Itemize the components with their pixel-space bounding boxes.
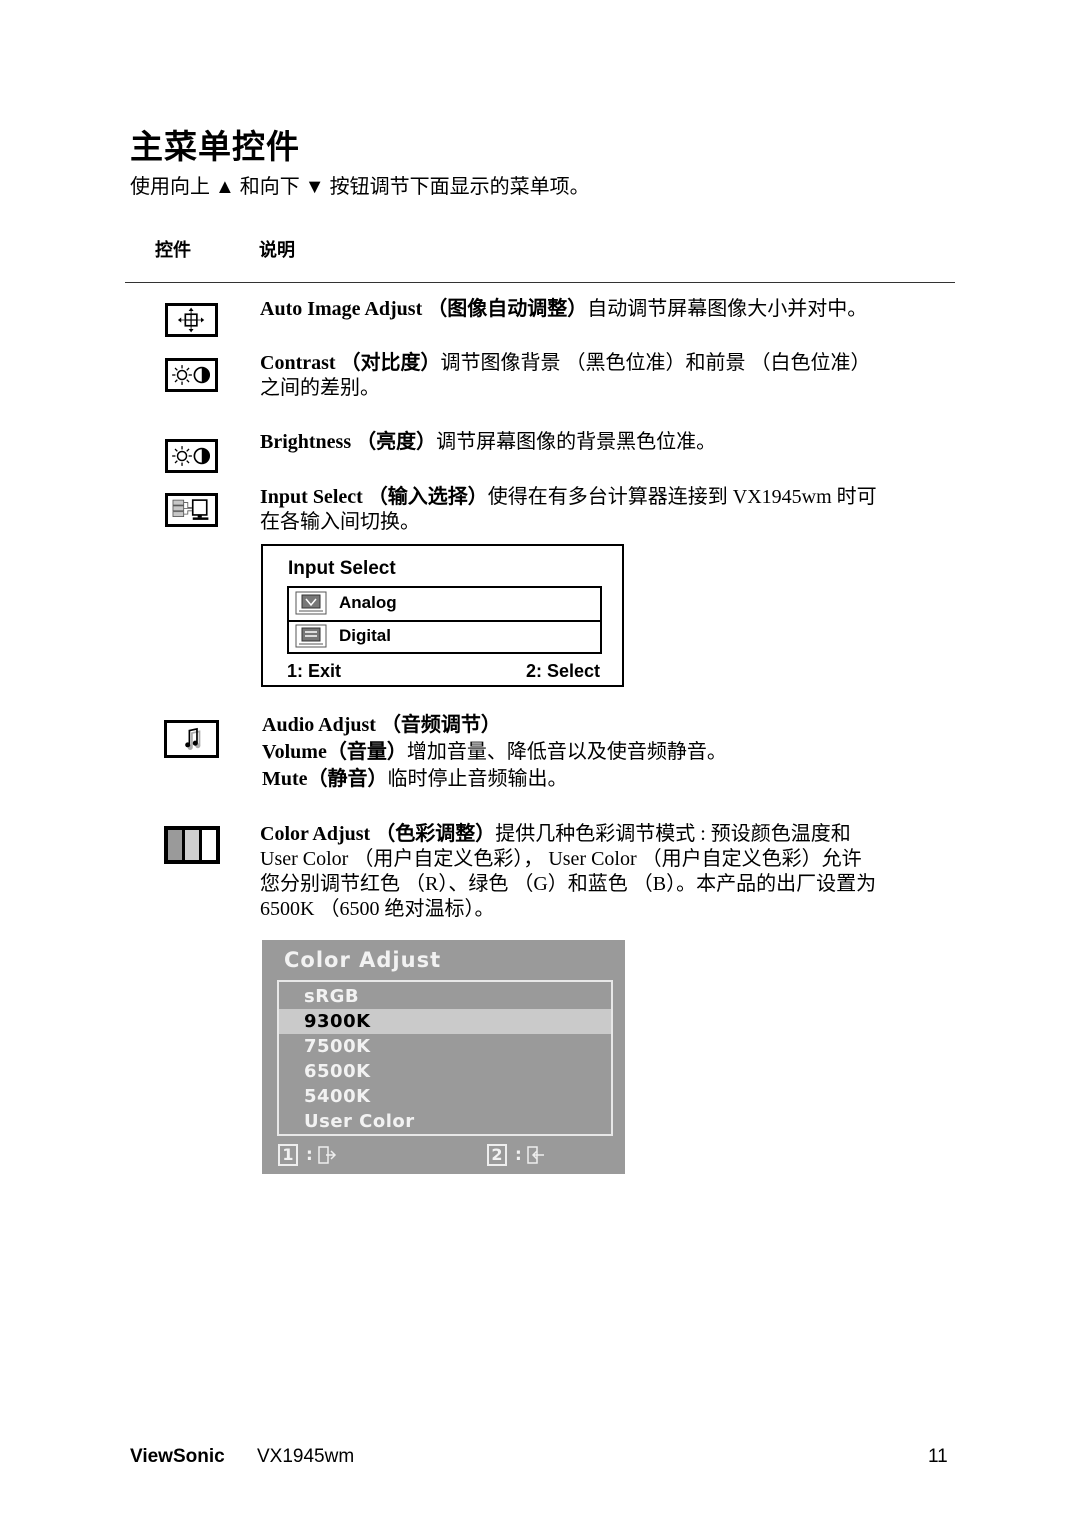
input-select-icon <box>165 493 218 527</box>
item-name-cn: （输入选择） <box>367 486 488 508</box>
osd-option-list: Analog Digital <box>287 586 602 654</box>
column-header-description: 说明 <box>259 240 295 261</box>
item-name: Input Select <box>260 486 363 508</box>
auto-image-adjust-icon <box>165 303 218 337</box>
osd-title: Input Select <box>288 558 396 579</box>
page-title: 主菜单控件 <box>130 127 300 166</box>
item-text-line3: 您分别调节红色 （R）、绿色 （G）和蓝色 （B）。本产品的出厂设置为 <box>260 873 877 895</box>
page-subtitle: 使用向上 ▲ 和向下 ▼ 按钮调节下面显示的菜单项。 <box>130 176 590 198</box>
osd-option-user-color[interactable]: User Color <box>279 1109 611 1134</box>
item-text: 调节屏幕图像的背景黑色位准。 <box>436 431 717 453</box>
osd-option-digital[interactable]: Digital <box>289 621 600 653</box>
header-divider <box>125 282 955 283</box>
key-separator: : <box>306 1145 313 1165</box>
key-2: 2 <box>487 1144 507 1166</box>
osd-option-7500k[interactable]: 7500K <box>279 1034 611 1059</box>
item-color-adjust: Color Adjust （色彩调整）提供几种色彩调节模式 : 预设颜色温度和 … <box>260 822 960 922</box>
osd-select-hint: 2: Select <box>525 661 600 681</box>
item-auto-image-adjust: Auto Image Adjust （图像自动调整）自动调节屏幕图像大小并对中。 <box>260 297 960 322</box>
item-text-line2: User Color （用户自定义色彩）， User Color （用户自定义色… <box>260 848 862 870</box>
color-adjust-icon <box>164 826 220 864</box>
item-name-cn: （亮度） <box>356 431 437 453</box>
osd-title: Color Adjust <box>284 948 442 972</box>
key-separator: : <box>515 1145 522 1165</box>
osd-option-label: Analog <box>339 593 397 612</box>
item-audio-adjust: Audio Adjust （音频调节） Volume（音量）增加音量、降低音以及… <box>262 712 962 793</box>
color-adjust-osd: Color Adjust sRGB 9300K 7500K 6500K 5400… <box>262 940 625 1174</box>
item-name: Brightness <box>260 431 352 453</box>
item-contrast: Contrast （对比度）调节图像背景 （黑色位准）和前景 （白色位准） 之间… <box>260 351 960 401</box>
item-name-cn: （色彩调整） <box>375 823 496 845</box>
sub-item-text: 临时停止音频输出。 <box>387 768 568 790</box>
enter-door-icon <box>527 1146 544 1164</box>
sub-item-text: 增加音量、降低音以及使音频静音。 <box>406 741 727 763</box>
column-header-control: 控件 <box>155 240 191 261</box>
osd-option-6500k[interactable]: 6500K <box>279 1059 611 1084</box>
item-name: Color Adjust <box>260 823 371 845</box>
osd-option-analog[interactable]: Analog <box>289 588 600 622</box>
footer-brand: ViewSonic <box>130 1446 225 1467</box>
contrast-icon <box>165 358 218 392</box>
footer-model: VX1945wm <box>257 1446 355 1467</box>
osd-exit-hint: 1: Exit <box>287 661 342 681</box>
audio-adjust-icon <box>164 720 219 758</box>
digital-monitor-icon <box>295 624 327 648</box>
brightness-icon <box>165 439 218 473</box>
key-1: 1 <box>278 1144 298 1166</box>
item-input-select: Input Select （输入选择）使得在有多台计算器连接到 VX1945wm… <box>260 485 960 535</box>
input-select-osd: Input Select Analog Digital 1: Exit 2: S… <box>261 544 624 687</box>
item-name: Audio Adjust <box>262 714 376 736</box>
osd-option-label: Digital <box>339 626 391 645</box>
sub-item-name-cn: （静音） <box>307 768 388 790</box>
item-name-cn: （图像自动调整） <box>427 298 588 320</box>
item-text: 调节图像背景 （黑色位准）和前景 （白色位准） <box>440 352 871 374</box>
item-text: 自动调节屏幕图像大小并对中。 <box>587 298 868 320</box>
item-text-line4: 6500K （6500 绝对温标）。 <box>260 898 495 920</box>
item-text: 提供几种色彩调节模式 : 预设颜色温度和 <box>495 823 851 845</box>
osd-option-list: sRGB 9300K 7500K 6500K 5400K User Color <box>277 980 613 1136</box>
item-name: Auto Image Adjust <box>260 298 423 320</box>
item-text-line2: 之间的差别。 <box>260 377 380 399</box>
page-number: 11 <box>928 1446 948 1467</box>
item-text: 使得在有多台计算器连接到 VX1945wm 时可 <box>487 486 877 508</box>
analog-monitor-icon <box>295 591 327 615</box>
exit-door-icon <box>318 1146 337 1164</box>
sub-item-name: Mute <box>262 768 308 790</box>
item-brightness: Brightness （亮度）调节屏幕图像的背景黑色位准。 <box>260 430 960 455</box>
item-name: Contrast <box>260 352 336 374</box>
sub-item-name-cn: （音量） <box>326 741 407 763</box>
osd-option-srgb[interactable]: sRGB <box>279 984 611 1009</box>
item-name-cn: （音频调节） <box>380 714 501 736</box>
sub-item-name: Volume <box>262 741 327 763</box>
osd-option-9300k-selected[interactable]: 9300K <box>279 1009 611 1034</box>
osd-footer-enter: 2 : <box>487 1144 567 1168</box>
osd-footer-exit: 1 : <box>278 1144 358 1168</box>
osd-option-5400k[interactable]: 5400K <box>279 1084 611 1109</box>
item-name-cn: （对比度） <box>340 352 441 374</box>
item-text-line2: 在各输入间切换。 <box>260 511 420 533</box>
